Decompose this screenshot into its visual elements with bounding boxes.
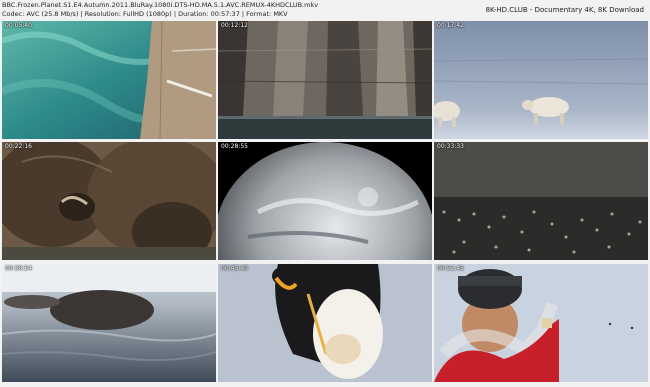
thumbnail-planet-earth[interactable]: 00:28:55 — [218, 142, 432, 260]
musk-oxen-image — [2, 142, 216, 260]
planet-earth-image — [218, 142, 432, 260]
timestamp-label: 00:38:54 — [5, 265, 32, 272]
thumbnail-explorer[interactable]: 00:52:45 — [434, 264, 648, 382]
timestamp-label: 00:17:42 — [437, 22, 464, 29]
thumbnail-penguin-colony[interactable]: 00:33:33 — [434, 142, 648, 260]
penguin-colony-image — [434, 142, 648, 260]
thumbnail-polar-bears[interactable]: 00:17:42 — [434, 21, 648, 139]
polar-bears-image — [434, 21, 648, 139]
timestamp-label: 00:05:40 — [5, 22, 32, 29]
timestamp-label: 00:28:55 — [221, 143, 248, 150]
walrus-in-water-image — [2, 264, 216, 382]
timestamp-label: 00:22:16 — [5, 143, 32, 150]
aerial-coast-image — [2, 21, 216, 139]
thumbnail-grid: 00:05:40 00:12:12 00:17:42 00:22:16 00:2… — [0, 0, 650, 387]
explorer-image — [434, 264, 648, 382]
thumbnail-emperor-penguin[interactable]: 00:45:40 — [218, 264, 432, 382]
timestamp-label: 00:33:33 — [437, 143, 464, 150]
timestamp-label: 00:52:45 — [437, 265, 464, 272]
thumbnail-sea-cliffs[interactable]: 00:12:12 — [218, 21, 432, 139]
thumbnail-aerial-coast[interactable]: 00:05:40 — [2, 21, 216, 139]
thumbnail-musk-oxen[interactable]: 00:22:16 — [2, 142, 216, 260]
timestamp-label: 00:12:12 — [221, 22, 248, 29]
emperor-penguin-image — [218, 264, 432, 382]
sea-cliffs-image — [218, 21, 432, 139]
timestamp-label: 00:45:40 — [221, 265, 248, 272]
thumbnail-walrus-in-water[interactable]: 00:38:54 — [2, 264, 216, 382]
